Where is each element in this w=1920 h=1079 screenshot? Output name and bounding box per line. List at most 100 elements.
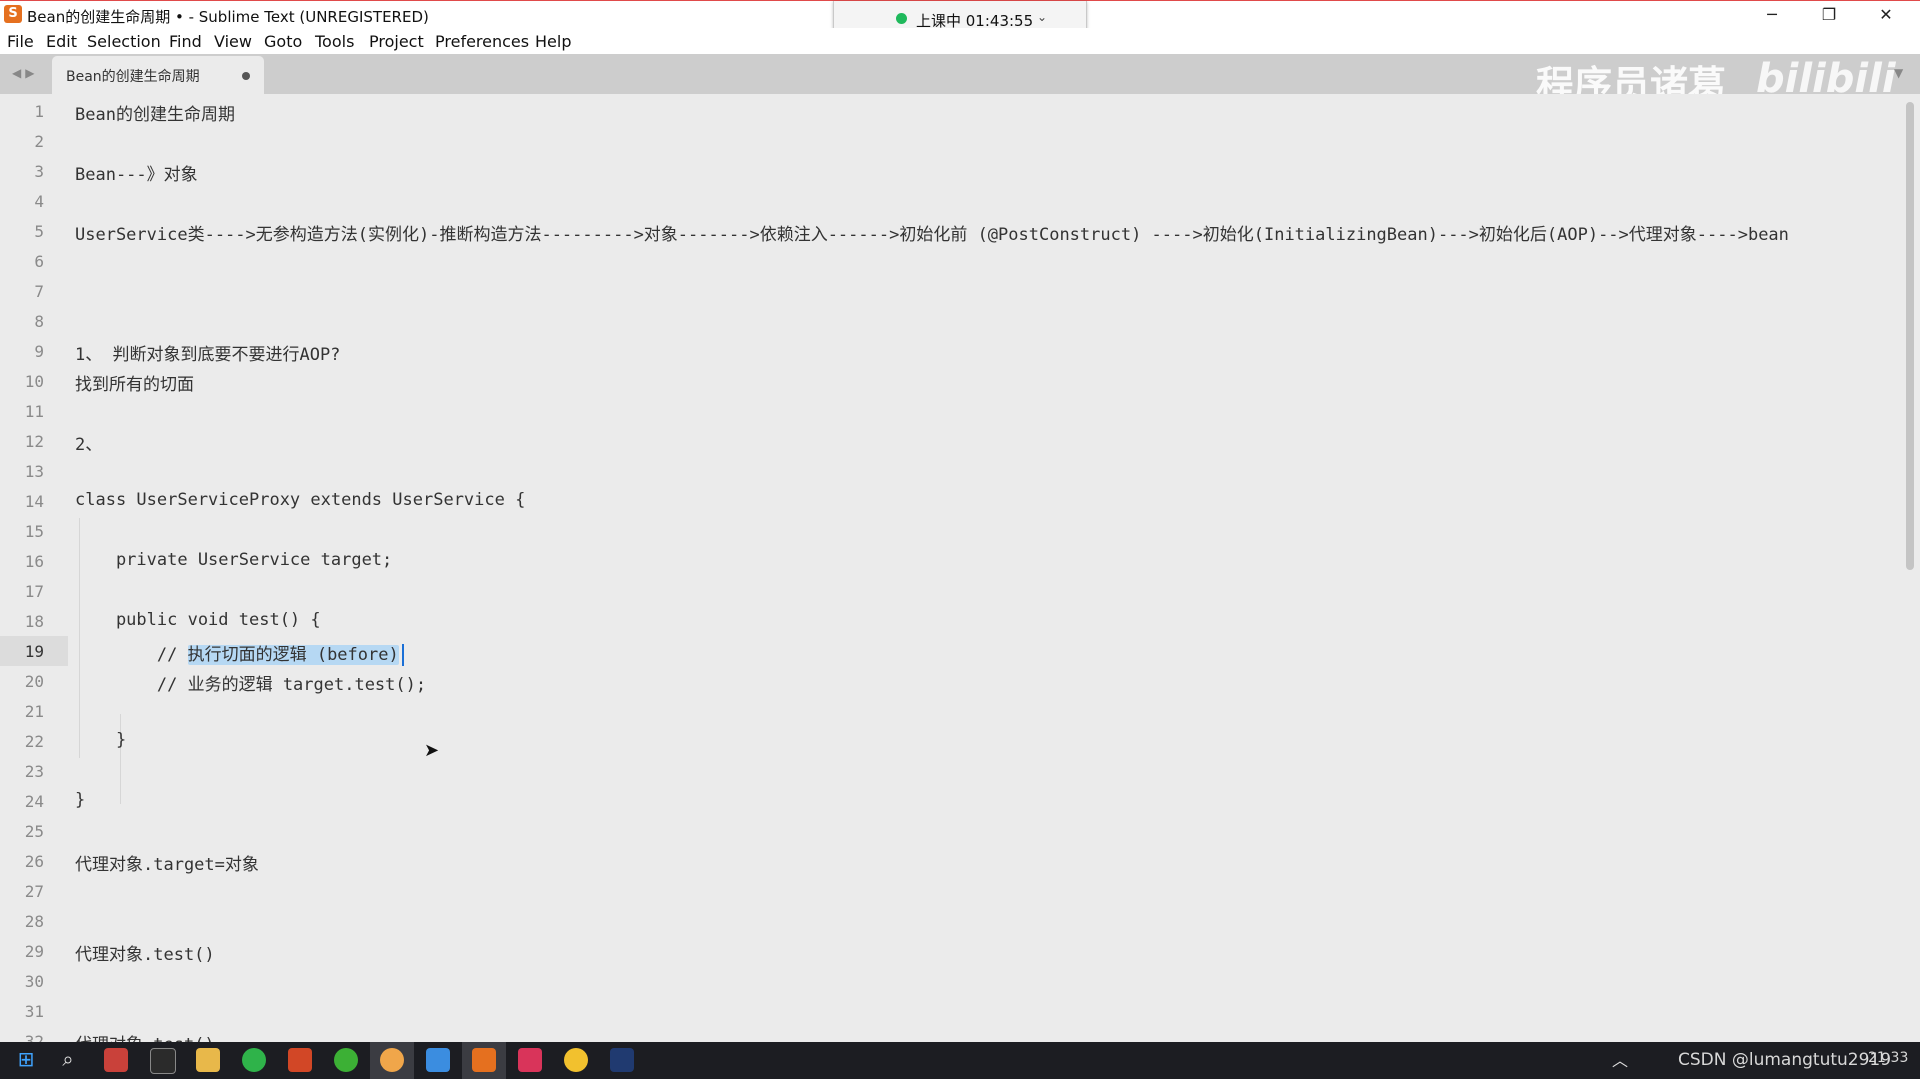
tray-expand-chevron-icon[interactable]: ︿ xyxy=(1606,1047,1634,1071)
sublime-taskbar-icon[interactable] xyxy=(472,1048,496,1072)
powerpoint-icon[interactable] xyxy=(288,1048,312,1072)
chrome-icon[interactable] xyxy=(564,1048,588,1072)
tab-nav-arrows-icon[interactable]: ◀▶ xyxy=(12,66,38,80)
text-selection[interactable]: 执行切面的逻辑 (before) xyxy=(187,645,399,665)
minimize-button[interactable]: ─ xyxy=(1744,1,1800,29)
menu-selection[interactable]: Selection xyxy=(87,32,161,51)
code-line[interactable]: 10 找到所有的切面 xyxy=(0,366,1900,396)
code-line[interactable]: 11 xyxy=(0,396,1900,426)
menu-file[interactable]: File xyxy=(7,32,34,51)
code-text: 2、 xyxy=(75,430,102,455)
code-line-text: 代理对象.test() xyxy=(75,945,215,965)
code-line[interactable]: 17 xyxy=(0,576,1900,606)
code-line-text: 找到所有的切面 xyxy=(75,375,194,395)
blue-app-icon[interactable] xyxy=(426,1048,450,1072)
code-line[interactable]: 14 class UserServiceProxy extends UserSer… xyxy=(0,486,1900,516)
code-line[interactable]: 18 public void test() { xyxy=(0,606,1900,636)
menu-project[interactable]: Project xyxy=(369,32,424,51)
taskbar-clock[interactable]: 21:33 xyxy=(1868,1050,1908,1066)
search-icon[interactable]: ⌕ xyxy=(54,1047,82,1071)
code-line[interactable]: 12 2、 xyxy=(0,426,1900,456)
green-app-icon[interactable] xyxy=(242,1048,266,1072)
close-button[interactable]: ✕ xyxy=(1858,1,1914,29)
menu-edit[interactable]: Edit xyxy=(46,32,77,51)
windows-start-icon[interactable]: ⊞ xyxy=(12,1047,40,1071)
menu-find[interactable]: Find xyxy=(169,32,202,51)
code-line[interactable]: 26 代理对象.target=对象 xyxy=(0,846,1900,876)
code-line-text: class UserServiceProxy extends UserServi… xyxy=(75,490,526,510)
tray-watermark-text: CSDN @lumangtutu2919 xyxy=(1678,1050,1892,1070)
code-line[interactable]: 1 Bean的创建生命周期 xyxy=(0,96,1900,126)
code-line-text: 代理对象.test() xyxy=(75,1035,215,1042)
intellij-icon[interactable] xyxy=(518,1048,542,1072)
code-line[interactable]: 22 } xyxy=(0,726,1900,756)
menu-help[interactable]: Help xyxy=(535,32,571,51)
line-number: 2 xyxy=(34,132,44,151)
line-number: 4 xyxy=(34,192,44,211)
code-line[interactable]: 6 xyxy=(0,246,1900,276)
restore-button[interactable]: ❐ xyxy=(1801,1,1857,29)
app-red-icon[interactable] xyxy=(104,1048,128,1072)
text-caret xyxy=(401,644,404,666)
wechat-icon[interactable] xyxy=(334,1048,358,1072)
code-line-text: 代理对象.target=对象 xyxy=(75,855,259,875)
code-line[interactable]: 25 xyxy=(0,816,1900,846)
terminal-icon[interactable] xyxy=(150,1048,176,1074)
code-line[interactable]: 32 代理对象.test() xyxy=(0,1026,1900,1042)
code-text: // 业务的逻辑 target.test(); xyxy=(75,670,426,695)
menu-goto[interactable]: Goto xyxy=(264,32,302,51)
line-number: 20 xyxy=(24,672,44,691)
code-line[interactable]: 8 xyxy=(0,306,1900,336)
mouse-cursor-icon: ➤ xyxy=(424,740,440,761)
line-number: 16 xyxy=(24,552,44,571)
code-line[interactable]: 31 xyxy=(0,996,1900,1026)
code-line[interactable]: 23 xyxy=(0,756,1900,786)
line-number: 24 xyxy=(24,792,44,811)
code-line[interactable]: 15 xyxy=(0,516,1900,546)
line-number: 25 xyxy=(24,822,44,841)
line-number: 10 xyxy=(24,372,44,391)
code-line[interactable]: 16 private UserService target; xyxy=(0,546,1900,576)
code-line[interactable]: 30 xyxy=(0,966,1900,996)
code-text: } xyxy=(75,790,85,810)
unsaved-dot-icon[interactable] xyxy=(242,72,250,80)
code-text: 找到所有的切面 xyxy=(75,370,194,395)
dark-app-icon[interactable] xyxy=(610,1048,634,1072)
code-line[interactable]: 24} xyxy=(0,786,1900,816)
line-number: 27 xyxy=(24,882,44,901)
chevron-down-icon[interactable]: ⌄ xyxy=(1037,10,1047,24)
code-line[interactable]: 28 xyxy=(0,906,1900,936)
tab-bean-lifecycle[interactable]: Bean的创建生命周期 xyxy=(52,56,264,94)
line-number: 6 xyxy=(34,252,44,271)
line-number: 3 xyxy=(34,162,44,181)
line-number: 22 xyxy=(24,732,44,751)
code-line[interactable]: 27 xyxy=(0,876,1900,906)
line-number: 31 xyxy=(24,1002,44,1021)
code-line[interactable]: 7 xyxy=(0,276,1900,306)
code-line[interactable]: 13 xyxy=(0,456,1900,486)
code-line[interactable]: 9 1、 判断对象到底要不要进行AOP? xyxy=(0,336,1900,366)
tab-list-dropdown-icon[interactable]: ▼ xyxy=(1894,66,1903,80)
code-line[interactable]: 19 // 执行切面的逻辑 (before) xyxy=(0,636,1900,666)
code-line-text: } xyxy=(75,790,86,810)
code-line[interactable]: 20 // 业务的逻辑 target.test(); xyxy=(0,666,1900,696)
code-text: private UserService target; xyxy=(75,550,392,570)
menu-tools[interactable]: Tools xyxy=(315,32,354,51)
code-line[interactable]: 29 代理对象.test() xyxy=(0,936,1900,966)
menu-preferences[interactable]: Preferences xyxy=(435,32,529,51)
window-title: Bean的创建生命周期 • - Sublime Text (UNREGISTER… xyxy=(27,8,429,26)
code-line[interactable]: 2 xyxy=(0,126,1900,156)
code-line[interactable]: 4 xyxy=(0,186,1900,216)
code-line[interactable]: 3 Bean---》对象 xyxy=(0,156,1900,186)
code-line[interactable]: 5 UserService类---->无参构造方法(实例化)-推断构造方法----… xyxy=(0,216,1900,246)
file-explorer-icon[interactable] xyxy=(196,1048,220,1072)
line-number: 32 xyxy=(24,1032,44,1042)
code-line-text: UserService类---->无参构造方法(实例化)-推断构造方法-----… xyxy=(75,225,1789,245)
code-line-text: // xyxy=(75,645,188,665)
code-editor[interactable]: 1 Bean的创建生命周期 2 3 Bean---》对象 4 5 UserService类--… xyxy=(0,94,1920,1042)
orange-app-icon[interactable] xyxy=(380,1048,404,1072)
vertical-scrollbar[interactable] xyxy=(1906,102,1914,570)
code-text: Bean---》对象 xyxy=(75,160,198,185)
code-line[interactable]: 21 xyxy=(0,696,1900,726)
menu-view[interactable]: View xyxy=(214,32,252,51)
